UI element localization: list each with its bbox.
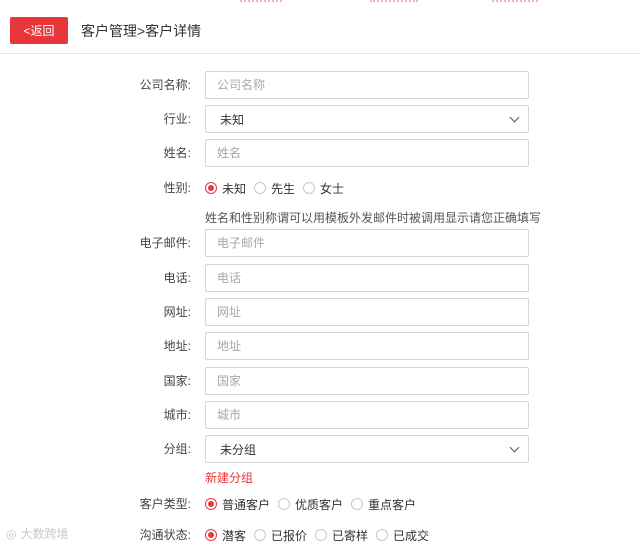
name-row: 姓名: [0, 139, 641, 167]
country-label: 国家: [163, 374, 191, 388]
industry-label: 行业: [163, 112, 191, 126]
gender-option[interactable]: 未知 [205, 180, 246, 197]
address-input[interactable] [205, 332, 529, 360]
company-input[interactable] [205, 71, 529, 99]
back-button[interactable]: <返回 [10, 17, 68, 44]
industry-select[interactable]: 未知 [205, 105, 529, 133]
website-label: 网址: [163, 305, 191, 319]
phone-label: 电话: [163, 271, 191, 285]
radio-icon[interactable] [205, 498, 217, 510]
gender-label: 性别: [163, 181, 191, 195]
customer-type-option[interactable]: 普通客户 [205, 496, 270, 513]
name-input[interactable] [205, 139, 529, 167]
chevron-down-icon [509, 112, 520, 122]
gender-row: 性别: 未知 先生 女士 [0, 174, 641, 202]
website-input[interactable] [205, 298, 529, 326]
watermark-logo-icon: ◎ [6, 526, 17, 541]
chevron-down-icon [509, 442, 520, 452]
city-input[interactable] [205, 401, 529, 429]
watermark: ◎ 大数跨境 [6, 525, 69, 542]
radio-icon[interactable] [254, 182, 267, 194]
email-input[interactable] [205, 229, 529, 257]
radio-icon[interactable] [205, 182, 217, 194]
website-row: 网址: [0, 298, 641, 326]
group-label: 分组: [163, 442, 191, 456]
contact-status-option[interactable]: 已寄样 [315, 527, 368, 544]
contact-status-label: 沟通状态: [139, 528, 191, 542]
top-bar: <返回 客户管理>客户详情 [0, 0, 641, 54]
country-row: 国家: [0, 367, 641, 395]
group-select[interactable]: 未分组 [205, 435, 529, 463]
contact-status-option[interactable]: 已报价 [254, 527, 307, 544]
customer-type-option[interactable]: 优质客户 [278, 496, 343, 513]
country-input[interactable] [205, 367, 529, 395]
top-decoration [240, 0, 282, 3]
contact-status-row: 沟通状态: 潜客 已报价 已寄样 已成交 [0, 521, 641, 548]
industry-row: 行业: 未知 [0, 105, 641, 133]
group-value: 未分组 [220, 442, 257, 457]
name-label: 姓名: [163, 146, 191, 160]
email-row: 电子邮件: [0, 229, 641, 257]
gender-radio-group: 未知 先生 女士 [205, 174, 352, 202]
phone-row: 电话: [0, 264, 641, 292]
customer-type-label: 客户类型: [139, 497, 191, 511]
group-row: 分组: 未分组 [0, 435, 641, 463]
radio-icon[interactable] [254, 529, 267, 541]
top-decoration [492, 0, 538, 3]
radio-icon[interactable] [303, 182, 316, 194]
new-group-link[interactable]: 新建分组 [205, 469, 253, 486]
email-label: 电子邮件: [139, 236, 191, 250]
contact-status-option[interactable]: 已成交 [376, 527, 429, 544]
company-row: 公司名称: [0, 71, 641, 99]
radio-icon[interactable] [205, 529, 217, 541]
radio-icon[interactable] [351, 498, 364, 510]
city-row: 城市: [0, 401, 641, 429]
industry-value: 未知 [220, 112, 245, 127]
radio-icon[interactable] [376, 529, 389, 541]
gender-option[interactable]: 女士 [303, 180, 344, 197]
company-label: 公司名称: [139, 78, 191, 92]
customer-type-option[interactable]: 重点客户 [351, 496, 416, 513]
radio-icon[interactable] [315, 529, 328, 541]
gender-option[interactable]: 先生 [254, 180, 295, 197]
gender-hint: 姓名和性别称谓可以用模板外发邮件时被调用显示请您正确填写 [205, 211, 542, 225]
phone-input[interactable] [205, 264, 529, 292]
watermark-text: 大数跨境 [20, 527, 69, 541]
customer-type-row: 客户类型: 普通客户 优质客户 重点客户 [0, 490, 641, 518]
radio-icon[interactable] [278, 498, 291, 510]
city-label: 城市: [163, 408, 191, 422]
address-row: 地址: [0, 332, 641, 360]
top-decoration [370, 0, 418, 3]
contact-status-radio-group: 潜客 已报价 已寄样 已成交 [205, 521, 437, 548]
customer-type-radio-group: 普通客户 优质客户 重点客户 [205, 490, 424, 518]
page-title: 客户管理>客户详情 [81, 23, 202, 39]
address-label: 地址: [163, 339, 191, 353]
contact-status-option[interactable]: 潜客 [205, 527, 246, 544]
